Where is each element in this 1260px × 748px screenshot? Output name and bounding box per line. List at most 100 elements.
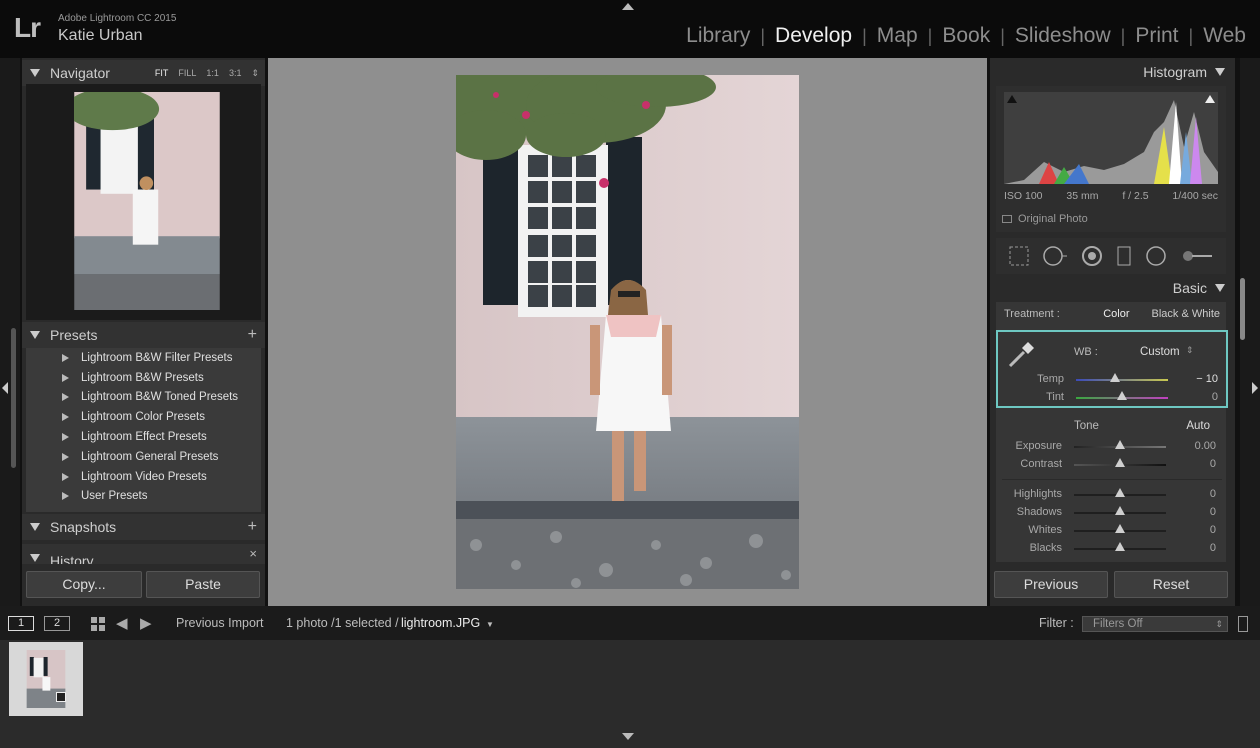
collapse-bottom-arrow-icon[interactable] — [622, 733, 634, 740]
collapse-left-arrow-icon[interactable] — [2, 382, 8, 394]
blacks-slider[interactable]: Blacks 0 — [996, 541, 1228, 557]
presets-header[interactable]: Presets + — [22, 322, 265, 348]
shadows-value[interactable]: 0 — [1210, 506, 1216, 518]
histogram-graph[interactable] — [1004, 92, 1218, 184]
filter-lock-icon[interactable] — [1238, 616, 1248, 632]
preset-folder[interactable]: Lightroom Color Presets — [26, 407, 261, 427]
filmstrip-thumbnail[interactable] — [9, 642, 83, 716]
tint-value[interactable]: 0 — [1212, 391, 1218, 403]
red-eye-icon[interactable] — [1081, 245, 1103, 267]
module-print[interactable]: Print — [1129, 24, 1184, 48]
temp-slider-thumb[interactable] — [1110, 373, 1120, 382]
tint-slider-thumb[interactable] — [1117, 391, 1127, 400]
wb-preset-dropdown[interactable]: Custom — [1140, 346, 1180, 358]
shadows-slider[interactable]: Shadows 0 — [996, 505, 1228, 521]
white-balance-selector-icon[interactable] — [1006, 340, 1036, 370]
add-snapshot-icon[interactable]: + — [248, 518, 257, 536]
filename-dropdown-icon[interactable]: ▼ — [486, 620, 494, 629]
treatment-black-white[interactable]: Black & White — [1152, 308, 1220, 320]
navigator-preview[interactable] — [26, 84, 261, 320]
radial-filter-icon[interactable] — [1145, 245, 1167, 267]
collapse-top-arrow-icon[interactable] — [622, 3, 634, 10]
module-slideshow[interactable]: Slideshow — [1009, 24, 1117, 48]
basic-header[interactable]: Basic — [1173, 280, 1225, 296]
checkbox-icon[interactable] — [1002, 215, 1012, 223]
treatment-color[interactable]: Color — [1103, 308, 1129, 320]
exposure-slider-thumb[interactable] — [1115, 440, 1125, 449]
module-library[interactable]: Library — [680, 24, 756, 48]
crop-tool-icon[interactable] — [1008, 245, 1030, 267]
contrast-slider[interactable]: Contrast 0 — [996, 457, 1228, 473]
original-photo-toggle[interactable]: Original Photo — [1002, 213, 1088, 225]
reset-button[interactable]: Reset — [1114, 571, 1228, 598]
history-header[interactable]: History × — [22, 544, 265, 564]
filename[interactable]: lightroom.JPG — [401, 616, 480, 630]
collapse-right-arrow-icon[interactable] — [1252, 382, 1258, 394]
zoom-3-1[interactable]: 3:1 — [229, 68, 242, 79]
paste-settings-button[interactable]: Paste — [146, 571, 260, 598]
copy-settings-button[interactable]: Copy... — [26, 571, 142, 598]
right-panel-edge[interactable] — [1240, 58, 1260, 606]
right-scrollbar[interactable] — [1240, 278, 1245, 340]
shadows-slider-thumb[interactable] — [1115, 506, 1125, 515]
back-arrow-icon[interactable]: ◀ — [116, 614, 128, 632]
disclosure-triangle-icon — [30, 523, 40, 531]
main-photo[interactable] — [456, 75, 799, 589]
basic-title: Basic — [1172, 280, 1207, 296]
module-book[interactable]: Book — [936, 24, 996, 48]
snapshots-header[interactable]: Snapshots + — [22, 514, 265, 540]
blacks-value[interactable]: 0 — [1210, 542, 1216, 554]
module-map[interactable]: Map — [871, 24, 924, 48]
primary-display-button[interactable]: 1 — [8, 616, 34, 631]
navigator-header[interactable]: Navigator FIT FILL 1:1 3:1 ⇕ — [22, 60, 265, 86]
preset-folder[interactable]: Lightroom Video Presets — [26, 467, 261, 487]
product-name: Adobe Lightroom CC 2015 — [58, 13, 177, 24]
preset-folder[interactable]: Lightroom B&W Presets — [26, 368, 261, 388]
spot-removal-icon[interactable] — [1042, 245, 1068, 267]
exposure-slider[interactable]: Exposure 0.00 — [996, 439, 1228, 455]
grid-view-icon[interactable] — [90, 616, 106, 632]
secondary-display-button[interactable]: 2 — [44, 616, 70, 631]
preset-folder[interactable]: User Presets — [26, 487, 261, 507]
shadow-clipping-icon[interactable] — [1007, 95, 1017, 103]
left-panel-edge[interactable] — [0, 58, 20, 606]
whites-slider-thumb[interactable] — [1115, 524, 1125, 533]
auto-tone-button[interactable]: Auto — [1186, 420, 1210, 432]
preset-folder[interactable]: Lightroom B&W Filter Presets — [26, 348, 261, 368]
zoom-fit[interactable]: FIT — [155, 68, 169, 79]
preset-folder[interactable]: Lightroom General Presets — [26, 447, 261, 467]
adjustment-brush-icon[interactable] — [1180, 245, 1214, 267]
previous-button[interactable]: Previous — [994, 571, 1108, 598]
module-develop[interactable]: Develop — [769, 24, 858, 48]
histogram-title: Histogram — [1143, 64, 1207, 80]
highlight-clipping-icon[interactable] — [1205, 95, 1215, 103]
temp-value[interactable]: − 10 — [1196, 373, 1218, 385]
user-name: Katie Urban — [58, 27, 143, 44]
clear-history-icon[interactable]: × — [249, 546, 257, 561]
temp-slider[interactable]: Temp − 10 — [998, 372, 1230, 388]
whites-value[interactable]: 0 — [1210, 524, 1216, 536]
source-name[interactable]: Previous Import — [176, 616, 264, 630]
highlights-slider-thumb[interactable] — [1115, 488, 1125, 497]
module-bar: Lr Adobe Lightroom CC 2015 Katie Urban L… — [0, 0, 1260, 58]
preset-folder[interactable]: Lightroom Effect Presets — [26, 427, 261, 447]
highlights-value[interactable]: 0 — [1210, 488, 1216, 500]
graduated-filter-icon[interactable] — [1115, 245, 1133, 267]
contrast-slider-thumb[interactable] — [1115, 458, 1125, 467]
zoom-fill[interactable]: FILL — [178, 68, 196, 79]
filter-dropdown[interactable]: Filters Off ⇕ — [1082, 616, 1228, 632]
tint-slider[interactable]: Tint 0 — [998, 390, 1230, 406]
whites-slider[interactable]: Whites 0 — [996, 523, 1228, 539]
forward-arrow-icon[interactable]: ▶ — [140, 614, 152, 632]
zoom-stepper-icon[interactable]: ⇕ — [251, 68, 259, 79]
histogram-header[interactable]: Histogram — [1143, 64, 1225, 80]
zoom-1-1[interactable]: 1:1 — [206, 68, 219, 79]
exposure-value[interactable]: 0.00 — [1195, 440, 1216, 452]
highlights-slider[interactable]: Highlights 0 — [996, 487, 1228, 503]
left-scrollbar[interactable] — [11, 328, 16, 468]
add-preset-icon[interactable]: + — [248, 326, 257, 344]
module-web[interactable]: Web — [1197, 24, 1252, 48]
blacks-slider-thumb[interactable] — [1115, 542, 1125, 551]
preset-folder[interactable]: Lightroom B&W Toned Presets — [26, 388, 261, 408]
contrast-value[interactable]: 0 — [1210, 458, 1216, 470]
